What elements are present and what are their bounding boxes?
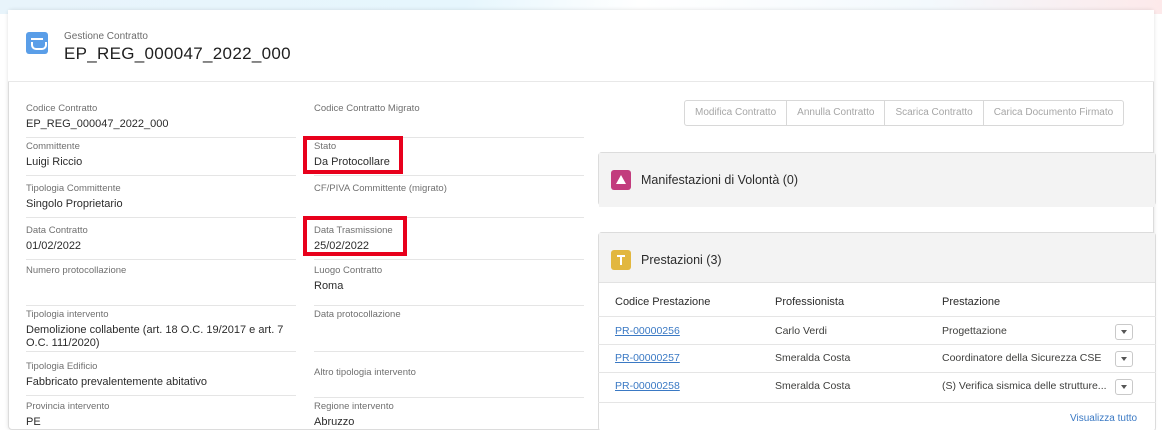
row-actions-dropdown[interactable]: [1115, 351, 1133, 367]
scarica-contratto-button[interactable]: Scarica Contratto: [885, 101, 984, 125]
table-divider: [598, 316, 1156, 317]
field-committente: Committente Luigi Riccio: [26, 138, 296, 176]
field-regione-intervento: Regione intervento Abruzzo: [314, 398, 584, 430]
table-divider: [598, 344, 1156, 345]
record-header: Gestione Contratto EP_REG_000047_2022_00…: [8, 10, 1154, 82]
field-label: Regione intervento: [314, 401, 394, 412]
field-value: Roma: [314, 280, 344, 292]
row-actions-dropdown[interactable]: [1115, 379, 1133, 395]
field-luogo-contratto: Luogo Contratto Roma: [314, 262, 584, 306]
highlight-stato: [303, 136, 403, 174]
field-label: Codice Contratto Migrato: [314, 103, 420, 114]
field-label: Tipologia intervento: [26, 309, 109, 320]
field-tipologia-intervento: Tipologia intervento Demolizione collabe…: [26, 306, 296, 352]
field-value: 01/02/2022: [26, 240, 82, 252]
column-header-codice[interactable]: Codice Prestazione: [615, 296, 710, 308]
field-label: Codice Contratto: [26, 103, 98, 114]
field-tipologia-edificio: Tipologia Edificio Fabbricato prevalente…: [26, 358, 296, 396]
object-type-label: Gestione Contratto: [64, 31, 148, 42]
field-label: Provincia intervento: [26, 401, 110, 412]
table-divider: [598, 372, 1156, 373]
field-data-contratto: Data Contratto 01/02/2022: [26, 222, 296, 260]
field-label: CF/PIVA Committente (migrato): [314, 183, 447, 194]
contract-icon: [26, 32, 48, 54]
field-numero-protocollazione: Numero protocollazione: [26, 262, 296, 306]
professionista-cell: Smeralda Costa: [775, 380, 851, 392]
field-value: Demolizione collabente (art. 18 O.C. 19/…: [26, 324, 284, 349]
field-value: Abruzzo: [314, 416, 355, 428]
field-value: PE: [26, 416, 41, 428]
field-codice-contratto-migrato: Codice Contratto Migrato: [314, 100, 584, 138]
field-label: Tipologia Edificio: [26, 361, 98, 372]
field-label: Committente: [26, 141, 80, 152]
prestazioni-card: Prestazioni (3): [598, 232, 1156, 430]
carica-documento-firmato-button[interactable]: Carica Documento Firmato: [984, 101, 1123, 125]
annulla-contratto-button[interactable]: Annulla Contratto: [787, 101, 886, 125]
card-header: Prestazioni (3): [599, 233, 1155, 283]
field-label: Numero protocollazione: [26, 265, 127, 276]
prestazioni-title[interactable]: Prestazioni (3): [641, 253, 722, 267]
pin-icon: [611, 250, 631, 270]
professionista-cell: Smeralda Costa: [775, 352, 851, 364]
field-data-protocollazione: Data protocollazione: [314, 306, 584, 352]
field-altro-tipologia-intervento: Altro tipologia intervento: [314, 364, 584, 398]
record-title: EP_REG_000047_2022_000: [64, 44, 291, 63]
highlight-data-trasmissione: [303, 216, 407, 256]
field-value: Fabbricato prevalentemente abitativo: [26, 376, 207, 388]
card-header: Manifestazioni di Volontà (0): [599, 153, 1155, 207]
prestazione-link[interactable]: PR-00000256: [615, 325, 680, 337]
field-label: Data Contratto: [26, 225, 88, 236]
prestazione-cell: Progettazione: [942, 325, 1007, 337]
view-all-link[interactable]: Visualizza tutto: [1070, 413, 1137, 424]
field-value: Luigi Riccio: [26, 156, 83, 168]
row-actions-dropdown[interactable]: [1115, 324, 1133, 340]
field-codice-contratto: Codice Contratto EP_REG_000047_2022_000: [26, 100, 296, 138]
manifestazioni-title[interactable]: Manifestazioni di Volontà (0): [641, 173, 798, 187]
field-cf-piva-committente: CF/PIVA Committente (migrato): [314, 180, 584, 218]
triangle-icon: [611, 170, 631, 190]
prestazione-link[interactable]: PR-00000257: [615, 352, 680, 364]
prestazione-link[interactable]: PR-00000258: [615, 380, 680, 392]
field-label: Luogo Contratto: [314, 265, 383, 276]
field-provincia-intervento: Provincia intervento PE: [26, 398, 296, 430]
field-value: Singolo Proprietario: [26, 198, 123, 210]
field-label: Data protocollazione: [314, 309, 401, 320]
column-header-professionista[interactable]: Professionista: [775, 296, 844, 308]
modifica-contratto-button[interactable]: Modifica Contratto: [685, 101, 788, 125]
prestazione-cell: Coordinatore della Sicurezza CSE: [942, 352, 1102, 364]
field-label: Tipologia Committente: [26, 183, 121, 194]
action-button-group: Modifica Contratto Annulla Contratto Sca…: [684, 100, 1125, 126]
professionista-cell: Carlo Verdi: [775, 325, 827, 337]
field-tipologia-committente: Tipologia Committente Singolo Proprietar…: [26, 180, 296, 218]
column-header-prestazione[interactable]: Prestazione: [942, 296, 1000, 308]
field-label: Altro tipologia intervento: [314, 367, 416, 378]
prestazione-cell: (S) Verifica sismica delle strutture...: [942, 380, 1107, 392]
field-value: EP_REG_000047_2022_000: [26, 118, 169, 130]
table-divider: [598, 402, 1156, 403]
manifestazioni-card: Manifestazioni di Volontà (0): [598, 152, 1156, 207]
